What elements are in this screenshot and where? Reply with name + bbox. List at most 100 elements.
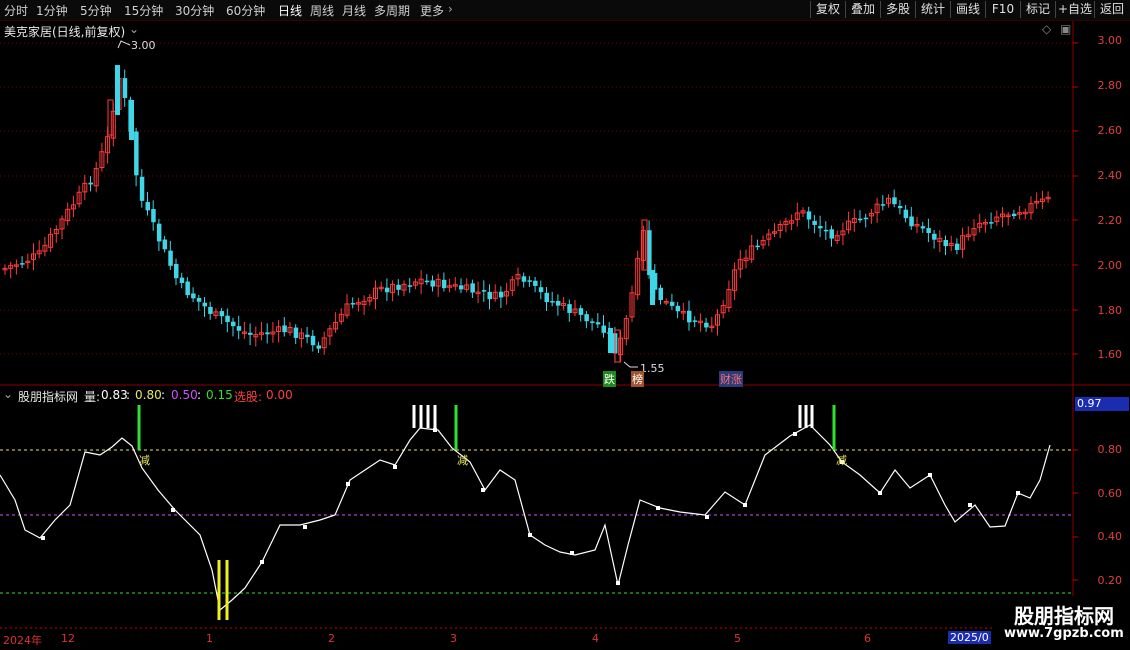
candle-body	[107, 99, 114, 136]
candle-body	[590, 321, 595, 323]
indicator-point	[656, 506, 660, 510]
candle-body	[115, 65, 120, 115]
candle-body	[926, 228, 931, 234]
candle-body	[248, 332, 253, 335]
candle-body	[692, 320, 698, 322]
price-tick: 2.60	[1097, 124, 1123, 137]
high-pointer	[117, 40, 131, 49]
signal-label: 减	[139, 454, 150, 467]
candle-body	[818, 225, 823, 229]
indicator-tick: 0.80	[1097, 443, 1123, 456]
candle-body	[156, 223, 162, 242]
indicator-field-label: 量:	[84, 390, 101, 404]
indicator-point	[793, 432, 797, 436]
kline-chart[interactable]	[0, 0, 1130, 650]
candle-body	[441, 279, 447, 289]
indicator-point	[393, 465, 397, 469]
candle-body	[863, 217, 869, 220]
price-tick: 2.20	[1097, 214, 1123, 227]
candle-body	[687, 310, 692, 323]
panel-toggle-icon[interactable]: ▣	[1060, 22, 1071, 36]
x-tick: 6	[864, 632, 871, 645]
candle-body	[858, 218, 863, 221]
candle-body	[544, 292, 549, 303]
candle-body	[880, 204, 886, 206]
candle-body	[829, 229, 834, 239]
price-tick: 2.00	[1097, 259, 1123, 272]
candle-body	[305, 334, 310, 338]
candle-body	[658, 287, 663, 301]
candle-body	[134, 131, 139, 176]
candle-body	[265, 332, 270, 335]
candle-body	[920, 226, 926, 229]
candle-body	[191, 293, 196, 299]
candle-body	[225, 315, 230, 322]
price-tick: 3.00	[1097, 34, 1123, 47]
low-pointer	[623, 361, 638, 368]
candle-body	[567, 304, 572, 313]
candle-body	[162, 239, 168, 250]
candle-body	[954, 243, 960, 250]
candle-body	[424, 280, 430, 283]
indicator-line	[0, 424, 1051, 612]
candle-body	[481, 290, 487, 292]
indicator-point	[705, 515, 709, 519]
candle-body	[578, 308, 584, 315]
candle-body	[932, 233, 937, 240]
candle-body	[231, 321, 236, 327]
candle-body	[521, 276, 527, 282]
indicator-point	[616, 581, 620, 585]
candle-body	[396, 284, 401, 290]
candle-body	[293, 327, 299, 338]
candle-body	[236, 326, 242, 331]
candle-body	[812, 220, 817, 225]
indicator-point	[968, 503, 972, 507]
indicator-point	[346, 482, 350, 486]
candle-body	[498, 291, 504, 298]
price-tick: 2.40	[1097, 169, 1123, 182]
candle-body	[470, 283, 475, 293]
candle-body	[533, 280, 538, 286]
price-tick: 2.80	[1097, 79, 1123, 92]
indicator-point	[743, 503, 747, 507]
fall-marker[interactable]: 跌	[603, 371, 616, 387]
indicator-point	[303, 525, 307, 529]
high-price-label: 3.00	[131, 39, 156, 52]
indicator-tick: 0.60	[1097, 487, 1123, 500]
candle-body	[174, 264, 179, 279]
candle-body	[538, 287, 544, 293]
candle-body	[208, 306, 213, 314]
stock-title: 美克家居(日线,前复权)	[4, 25, 126, 39]
x-tick: 4	[592, 632, 599, 645]
candle-body	[555, 300, 561, 306]
watermark: 股朋指标网 www.7gpzb.com	[992, 596, 1130, 650]
candle-body	[909, 216, 914, 227]
candle-body	[282, 325, 287, 333]
candle-body	[459, 285, 464, 290]
candle-body	[139, 176, 145, 201]
x-tick: 3	[450, 632, 457, 645]
candle-body	[550, 301, 555, 303]
candle-body	[1011, 213, 1017, 217]
candle-body	[704, 322, 709, 328]
indicator-point	[481, 488, 485, 492]
diamond-icon[interactable]: ◇	[1042, 22, 1051, 36]
chevron-down-icon[interactable]: ⌄	[3, 387, 13, 401]
candle-body	[219, 311, 225, 317]
list-marker[interactable]: 榜	[631, 371, 644, 387]
candle-body	[675, 305, 681, 312]
indicator-value-1: 0.83	[101, 388, 128, 402]
candle-body	[892, 197, 897, 205]
watermark-url: www.7gpzb.com	[1004, 626, 1124, 641]
candle-body	[647, 230, 652, 276]
candle-body	[168, 250, 173, 266]
candle-body	[430, 280, 435, 287]
indicator-tick: 0.20	[1097, 574, 1123, 587]
candle-body	[608, 328, 613, 353]
x-tick: 12	[61, 632, 75, 645]
candle-body	[903, 209, 909, 219]
finance-marker[interactable]: 财涨	[719, 371, 743, 387]
chevron-down-icon[interactable]: ⌄	[129, 22, 139, 36]
candle-body	[487, 291, 492, 300]
candle-body	[897, 205, 903, 209]
